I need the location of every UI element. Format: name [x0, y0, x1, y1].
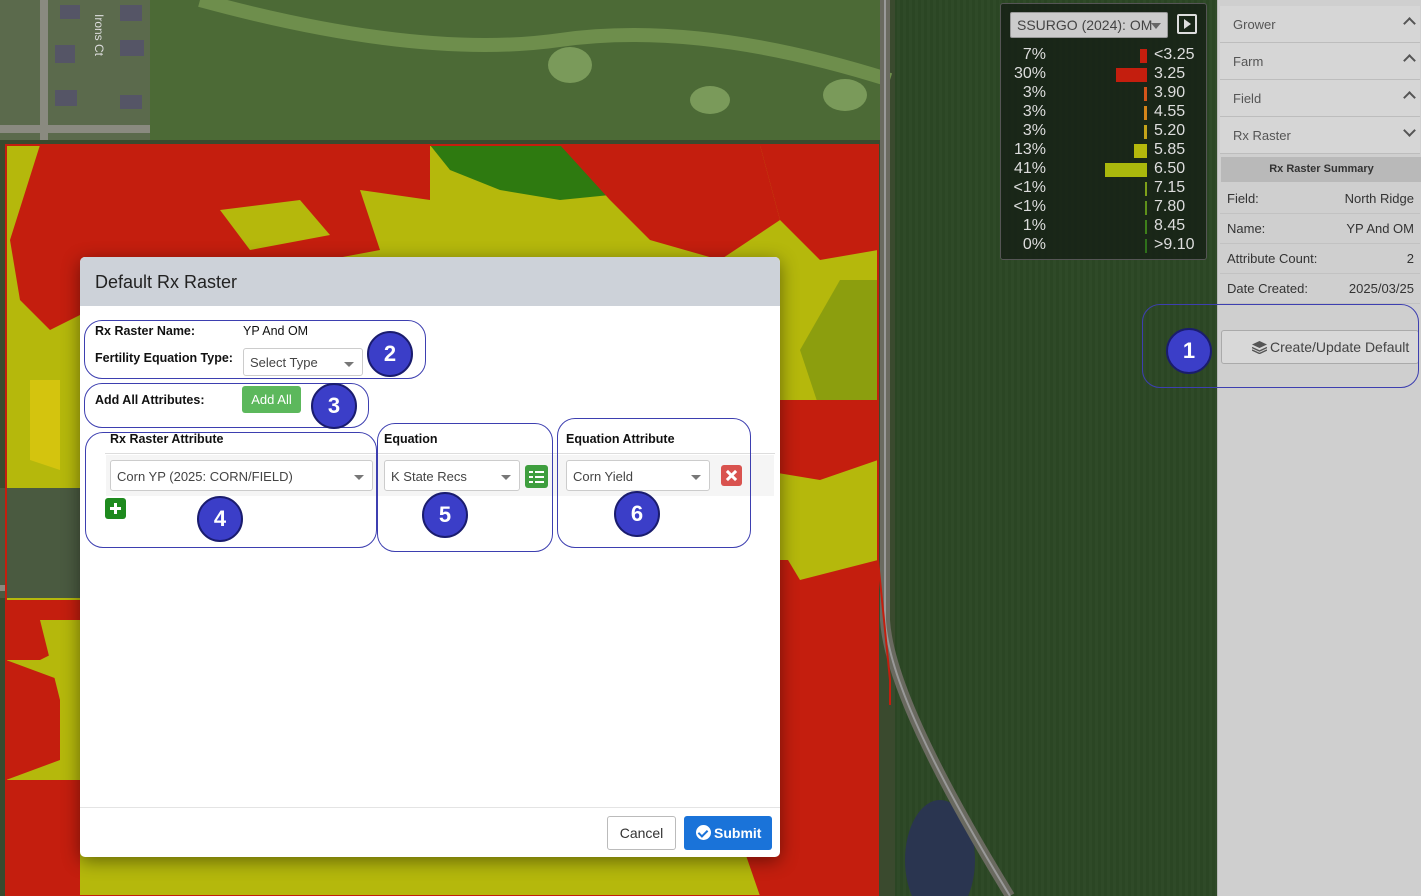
- dialog-footer-divider: [80, 807, 780, 808]
- annotation-badge-2: 2: [367, 331, 413, 377]
- annotation-outline-5: [377, 423, 553, 552]
- dialog-title: Default Rx Raster: [80, 257, 780, 306]
- annotation-badge-5: 5: [422, 492, 468, 538]
- check-circle-icon: [696, 825, 711, 840]
- annotation-badge-4: 4: [197, 496, 243, 542]
- annotation-badge-6: 6: [614, 491, 660, 537]
- submit-button[interactable]: Submit: [684, 816, 772, 850]
- cancel-button[interactable]: Cancel: [607, 816, 676, 850]
- annotation-badge-3: 3: [311, 383, 357, 429]
- annotation-badge-1: 1: [1166, 328, 1212, 374]
- submit-label: Submit: [714, 825, 762, 841]
